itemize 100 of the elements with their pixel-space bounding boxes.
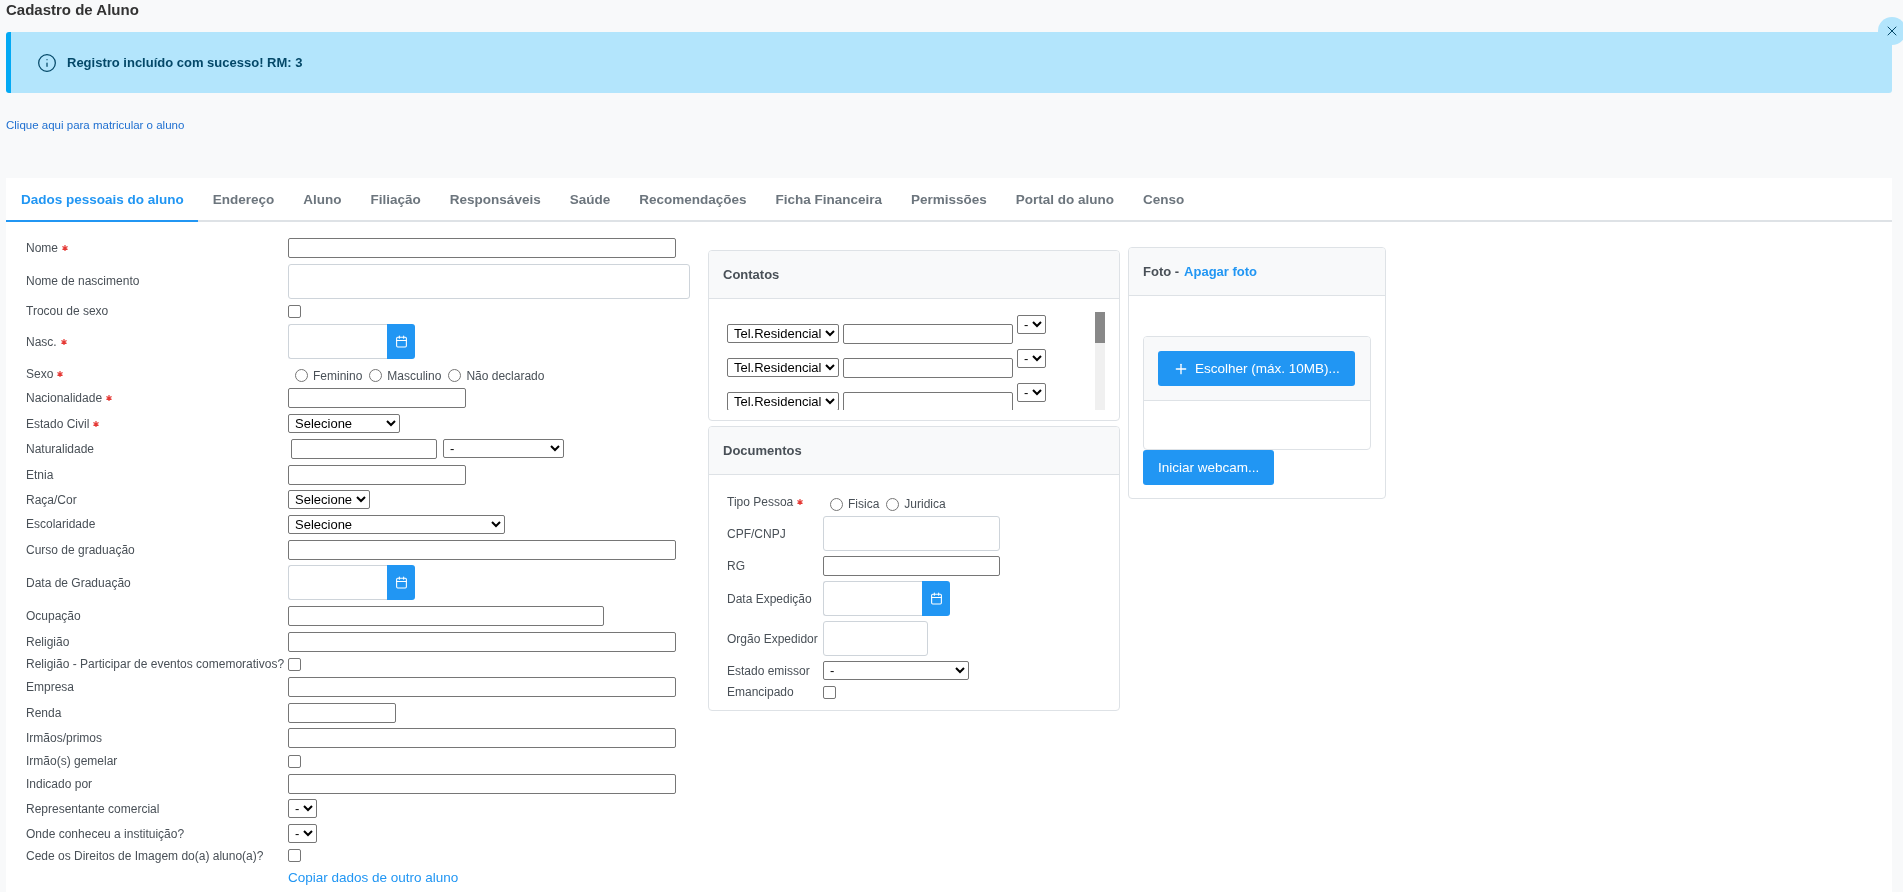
checkbox[interactable] — [823, 685, 836, 699]
radio-option[interactable]: Feminino — [295, 368, 363, 383]
tab[interactable]: Portal do aluno — [1000, 178, 1129, 222]
date-field[interactable] — [288, 324, 387, 360]
required-icon — [93, 420, 100, 427]
text-field[interactable] — [843, 324, 1013, 344]
calendar-button[interactable] — [387, 565, 415, 601]
text-field[interactable] — [288, 677, 676, 697]
dropdown[interactable]: - — [1017, 383, 1046, 402]
field-label: Nacionalidade — [26, 391, 103, 406]
text-field[interactable] — [288, 388, 466, 409]
enroll-link[interactable]: Clique aqui para matricular o aluno — [6, 119, 185, 131]
radio-button[interactable] — [830, 497, 843, 511]
dropdown[interactable]: - — [288, 824, 317, 844]
field-label: CPF/CNPJ — [727, 526, 786, 541]
tab[interactable]: Endereço — [197, 178, 289, 222]
field-label: Orgão Expedidor — [727, 631, 818, 646]
radio-button[interactable] — [369, 369, 383, 383]
radio-option[interactable]: Não declarado — [448, 368, 545, 383]
panel-title: Documentos — [723, 443, 802, 458]
required-icon — [797, 499, 804, 505]
text-field[interactable] — [288, 773, 676, 794]
field-label: Representante comercial — [26, 801, 160, 816]
info-icon — [37, 52, 57, 73]
field-label: Naturalidade — [26, 441, 95, 456]
required-icon — [62, 245, 68, 251]
text-field[interactable] — [288, 702, 396, 723]
field-label: Religião — [26, 634, 70, 649]
tab[interactable]: Censo — [1128, 178, 1199, 222]
field-label: Nome de nascimento — [26, 274, 140, 289]
tab[interactable]: Saúde — [554, 178, 625, 222]
field-label: RG — [727, 559, 745, 573]
text-field[interactable] — [843, 392, 1013, 410]
checkbox[interactable] — [288, 849, 301, 863]
required-icon — [60, 338, 67, 345]
checkbox[interactable] — [288, 657, 301, 671]
field-label: Religião - Participar de eventos comemorativos? — [26, 657, 285, 672]
field-label: Escolaridade — [26, 517, 96, 532]
radio-option[interactable]: Juridica — [886, 497, 946, 511]
checkbox[interactable] — [288, 754, 301, 768]
dropdown[interactable]: - — [823, 661, 969, 680]
dropdown[interactable]: Selecione — [288, 414, 400, 434]
text-field[interactable] — [288, 464, 466, 485]
calendar-button[interactable] — [387, 324, 415, 360]
dropdown[interactable]: Selecione — [288, 490, 370, 510]
tab[interactable]: Permissões — [896, 178, 1001, 222]
tab[interactable]: Responsáveis — [434, 178, 555, 222]
field-label: Nasc. — [26, 334, 57, 349]
text-field[interactable] — [288, 539, 676, 560]
field-label: Trocou de sexo — [26, 304, 109, 319]
field-label: Raça/Cor — [26, 492, 77, 507]
text-field[interactable] — [291, 438, 437, 459]
field-label: Tipo Pessoa — [727, 495, 794, 509]
field-label: Etnia — [26, 467, 54, 482]
radio-button[interactable] — [295, 369, 308, 383]
field-label: Cede os Direitos de Imagem do(a) aluno(a)? — [26, 848, 264, 863]
radio-option[interactable]: Masculino — [369, 368, 442, 383]
panel-title: Foto - — [1143, 264, 1180, 279]
date-field[interactable] — [288, 565, 387, 601]
field-label: Data de Graduação — [26, 575, 131, 590]
field-label: Renda — [26, 705, 62, 720]
banner-message: Registro incluído com sucesso! RM: 3 — [67, 55, 303, 70]
field-label: Nome — [26, 241, 58, 255]
dropdown[interactable]: - — [1017, 315, 1046, 334]
text-field[interactable] — [288, 631, 676, 652]
checkbox[interactable] — [288, 304, 301, 318]
dropdown[interactable]: Tel.Residencial — [727, 392, 839, 410]
required-icon — [57, 370, 64, 377]
dropdown[interactable]: Tel.Residencial — [727, 324, 839, 343]
panel-title: Contatos — [723, 267, 780, 282]
radio-button[interactable] — [886, 497, 900, 511]
field-label: Empresa — [26, 680, 75, 694]
tab[interactable]: Ficha Financeira — [760, 178, 896, 222]
tab[interactable]: Recomendações — [624, 178, 761, 222]
field-label: Irmãos/primos — [26, 731, 102, 746]
field-label: Curso de graduação — [26, 542, 135, 557]
calendar-button[interactable] — [922, 581, 950, 616]
radio-button[interactable] — [448, 369, 462, 383]
dropdown[interactable]: - — [443, 439, 564, 459]
text-field[interactable] — [843, 358, 1013, 378]
calendar-icon — [394, 335, 408, 349]
text-field[interactable] — [823, 556, 1000, 576]
required-icon — [106, 395, 113, 402]
field-label: Estado emissor — [727, 663, 810, 678]
page-title: Cadastro de Aluno — [6, 0, 140, 19]
dropdown[interactable]: Selecione — [288, 514, 505, 534]
radio-option[interactable]: Fisica — [830, 497, 880, 511]
date-field[interactable] — [823, 581, 922, 616]
field-label: Onde conheceu a instituição? — [26, 826, 185, 841]
tab[interactable]: Filiação — [355, 178, 435, 222]
dropdown[interactable]: - — [1017, 349, 1046, 368]
text-field[interactable] — [288, 728, 676, 749]
dropdown[interactable]: - — [288, 799, 317, 819]
field-label: Ocupação — [26, 608, 81, 623]
dropdown[interactable]: Tel.Residencial — [727, 358, 839, 377]
calendar-icon — [394, 576, 408, 590]
scrollbar[interactable] — [1095, 312, 1105, 410]
tab[interactable]: Aluno — [288, 178, 356, 222]
text-field[interactable] — [288, 605, 604, 626]
text-field[interactable] — [288, 238, 676, 258]
